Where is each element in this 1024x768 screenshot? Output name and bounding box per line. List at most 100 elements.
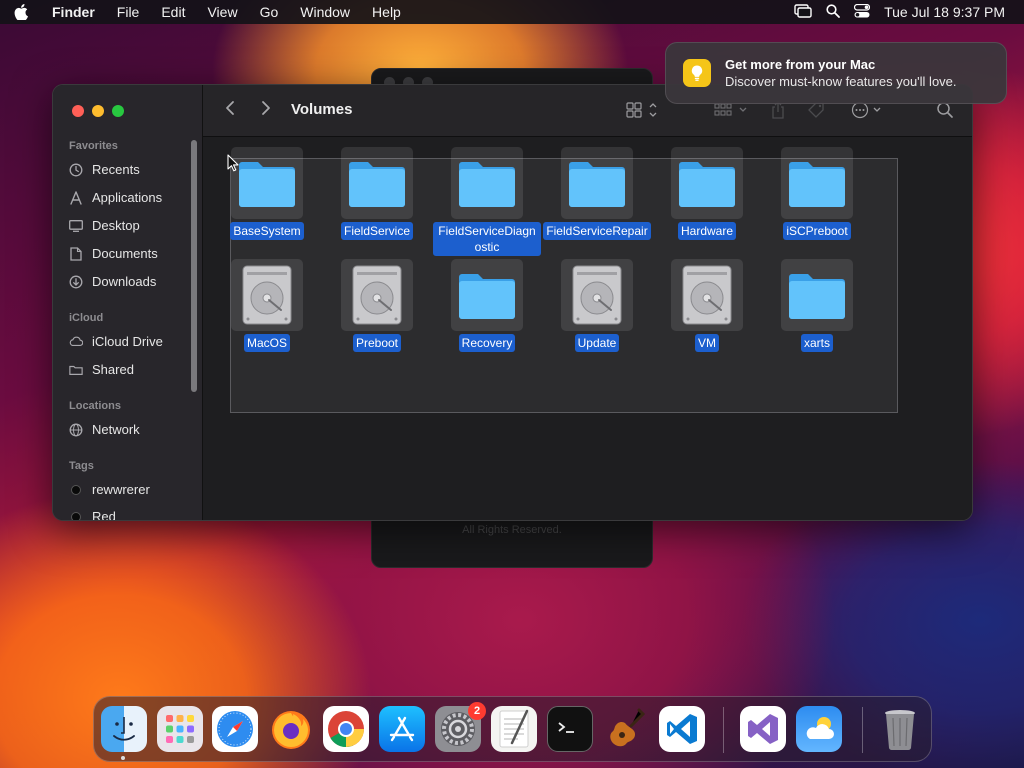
hard-drive-icon xyxy=(231,259,303,331)
sidebar-item-label: iCloud Drive xyxy=(92,334,163,349)
spotlight-search-icon[interactable] xyxy=(826,3,841,21)
apple-menu-icon[interactable] xyxy=(0,4,42,20)
minimize-button[interactable] xyxy=(92,105,104,117)
mouse-cursor-icon xyxy=(227,154,239,177)
dock-trash[interactable] xyxy=(877,706,923,752)
volume-item[interactable]: MacOS xyxy=(212,259,322,352)
volume-item[interactable]: FieldService xyxy=(322,147,432,240)
volume-item-label: FieldService xyxy=(340,222,414,240)
sidebar-item-tag-rewwrerer[interactable]: rewwrerer xyxy=(69,482,150,497)
document-icon xyxy=(69,246,83,261)
volume-item-label: FieldServiceDiagnostic xyxy=(433,222,541,256)
folder-icon xyxy=(781,147,853,219)
volume-item[interactable]: Hardware xyxy=(652,147,762,240)
background-window-footer: All Rights Reserved. xyxy=(462,524,562,536)
dock-separator xyxy=(723,707,724,753)
folder-icon xyxy=(451,259,523,331)
tag-dot-icon xyxy=(69,483,83,497)
folder-icon xyxy=(781,259,853,331)
sidebar-item-icloud-drive[interactable]: iCloud Drive xyxy=(69,334,163,349)
dock-terminal[interactable] xyxy=(547,706,593,752)
sidebar-item-label: Downloads xyxy=(92,274,157,289)
dock-garageband[interactable] xyxy=(603,706,649,752)
hard-drive-icon xyxy=(671,259,743,331)
volume-item-label: Hardware xyxy=(677,222,737,240)
guitar-icon xyxy=(610,708,646,747)
group-by-icon[interactable] xyxy=(714,101,750,124)
dock-chrome[interactable] xyxy=(323,706,369,752)
volume-item[interactable]: Update xyxy=(542,259,652,352)
lightbulb-icon xyxy=(683,59,711,87)
sidebar-header-tags: Tags xyxy=(69,460,94,472)
dock-visual-studio[interactable] xyxy=(740,706,786,752)
dock-firefox[interactable] xyxy=(268,706,314,752)
sidebar-item-recents[interactable]: Recents xyxy=(69,162,140,177)
app-store-icon xyxy=(389,716,415,742)
sidebar-item-applications[interactable]: Applications xyxy=(69,190,162,205)
menu-bar: Finder File Edit View Go Window Help Tue… xyxy=(0,0,1024,24)
sidebar-item-desktop[interactable]: Desktop xyxy=(69,218,140,233)
dock-safari[interactable] xyxy=(212,706,258,752)
menu-app-name[interactable]: Finder xyxy=(42,4,106,20)
sidebar-scrollbar[interactable] xyxy=(191,140,197,392)
sidebar-item-label: Recents xyxy=(92,162,140,177)
folder-icon xyxy=(561,147,633,219)
notification-banner[interactable]: Get more from your Mac Discover must-kno… xyxy=(665,42,1007,104)
screen-mirroring-icon[interactable] xyxy=(794,3,812,21)
dock-launchpad[interactable] xyxy=(157,706,203,752)
textedit-icon xyxy=(499,709,529,748)
menu-view[interactable]: View xyxy=(196,4,248,20)
dock-vscode[interactable] xyxy=(659,706,705,752)
share-icon[interactable] xyxy=(771,101,785,124)
volume-item[interactable]: VM xyxy=(652,259,762,352)
icon-view-icon[interactable] xyxy=(626,101,660,124)
volume-item[interactable]: Recovery xyxy=(432,259,542,352)
volume-item[interactable]: xarts xyxy=(762,259,872,352)
dock-system-settings[interactable]: 2 xyxy=(435,702,486,752)
volume-item-label: xarts xyxy=(800,334,833,352)
volume-item[interactable]: Preboot xyxy=(322,259,432,352)
folder-icon xyxy=(451,147,523,219)
firefox-icon xyxy=(272,711,310,749)
menu-file[interactable]: File xyxy=(106,4,151,20)
dock-textedit[interactable] xyxy=(491,706,537,752)
menu-edit[interactable]: Edit xyxy=(150,4,196,20)
globe-icon xyxy=(69,423,83,437)
trash-icon xyxy=(885,710,915,751)
dock-separator xyxy=(862,707,863,753)
close-button[interactable] xyxy=(72,105,84,117)
control-center-icon[interactable] xyxy=(854,3,871,21)
menu-clock[interactable]: Tue Jul 18 9:37 PM xyxy=(884,4,1005,20)
search-icon[interactable] xyxy=(936,101,954,124)
dock-app-store[interactable] xyxy=(379,706,425,752)
more-actions-icon[interactable] xyxy=(851,101,885,124)
sidebar-item-label: Red xyxy=(92,509,116,521)
menu-go[interactable]: Go xyxy=(249,4,290,20)
chrome-icon xyxy=(328,711,364,748)
sidebar-item-tag-red[interactable]: Red xyxy=(69,509,116,521)
sidebar-header-icloud: iCloud xyxy=(69,312,104,324)
menu-help[interactable]: Help xyxy=(361,4,412,20)
zoom-button[interactable] xyxy=(112,105,124,117)
window-title: Volumes xyxy=(291,101,353,118)
weather-icon xyxy=(806,717,834,739)
folder-icon xyxy=(671,147,743,219)
tag-icon[interactable] xyxy=(807,101,827,124)
forward-button[interactable] xyxy=(261,100,271,121)
back-button[interactable] xyxy=(225,100,235,121)
dock-finder[interactable] xyxy=(101,706,147,752)
sidebar-item-documents[interactable]: Documents xyxy=(69,246,158,261)
notification-title: Get more from your Mac xyxy=(725,57,876,72)
volume-item[interactable]: FieldServiceRepair xyxy=(542,147,652,240)
sidebar-item-network[interactable]: Network xyxy=(69,422,140,437)
download-icon xyxy=(69,275,83,289)
volume-item[interactable]: FieldServiceDiagnostic xyxy=(432,147,542,256)
volume-item[interactable]: iSCPreboot xyxy=(762,147,872,240)
menu-window[interactable]: Window xyxy=(289,4,361,20)
sidebar-item-shared[interactable]: Shared xyxy=(69,362,134,377)
sidebar-header-locations: Locations xyxy=(69,400,121,412)
dock-weather[interactable] xyxy=(796,706,842,752)
launchpad-icon xyxy=(166,715,194,743)
sidebar-item-label: Documents xyxy=(92,246,158,261)
sidebar-item-downloads[interactable]: Downloads xyxy=(69,274,156,289)
